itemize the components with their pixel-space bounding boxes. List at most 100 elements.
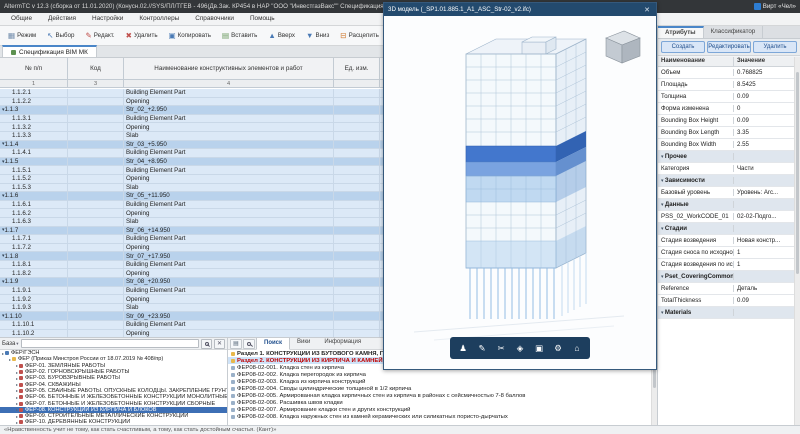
property-row[interactable]: Bounding Box Length 3.35 [658,127,794,139]
property-row[interactable]: Bounding Box Width 2.55 [658,139,794,151]
property-row[interactable]: Площадь 8.5425 [658,79,794,91]
attributes-panel-buttons: СоздатьРедактироватьУдалить [658,39,800,56]
building-model[interactable] [384,16,656,356]
tree-item[interactable]: ▸ ФЕР-05. СВАЙНЫЕ РАБОТЫ. ОПУСКНЫЕ КОЛОД… [0,388,227,394]
panel-tab[interactable]: Классификатор [704,26,764,38]
tab-specification-bim[interactable]: Спецификация BIM МК [2,45,97,57]
user-badge[interactable]: Вирт «Чел» [754,3,796,10]
property-row[interactable]: Объем 0.768825 [658,67,794,79]
tree-item[interactable]: ▸ ФЕР-07. БЕТОННЫЕ И ЖЕЛЕЗОБЕТОННЫЕ КОНС… [0,400,227,406]
property-row[interactable]: Зависимости [658,175,794,187]
base-selector[interactable]: База ▾ [2,341,19,347]
clear-search-button[interactable]: ✕ [214,339,225,349]
attributes-panel-tabs: АтрибутыКлассификатор [658,26,800,39]
tree-item-icon [19,420,23,424]
tree-item[interactable]: ▸ ФЕР-06. БЕТОННЫЕ И ЖЕЛЕЗОБЕТОННЫЕ КОНС… [0,394,227,400]
search-icon [247,342,251,346]
select-button[interactable]: ↖ Выбор [42,29,79,43]
navigation-cube[interactable] [606,31,640,63]
property-row[interactable]: Стадия возведения Новая констр... [658,235,794,247]
property-row[interactable]: Толщина 0.09 [658,91,794,103]
paste-button[interactable]: ▤ Вставить [217,29,262,43]
3d-model-window[interactable]: 3D модель (_SP1.01.885.1_A1_ASC_Str-02_v… [383,2,657,370]
column-header-num[interactable]: № п/п [0,58,68,79]
menu-item[interactable]: Справочники [187,13,242,25]
tree-view-button[interactable]: ▤ [230,339,242,349]
property-row[interactable]: Данные [658,199,794,211]
save-view-icon[interactable]: ▣ [531,340,547,356]
home-view-icon[interactable]: ⌂ [569,340,585,356]
property-row[interactable]: PSS_02_WorkCODE_01 02-02-Подго... [658,211,794,223]
move-down-button[interactable]: ▼ Вниз [301,29,334,43]
toolbar-button-icon: ✖ [126,32,132,40]
panel-action-button[interactable]: Создать [661,41,705,53]
norm-item-icon [231,415,235,419]
menu-item[interactable]: Настройки [84,13,131,25]
menu-item[interactable]: Общие [3,13,40,25]
property-row[interactable]: Базовый уровень Уровень: Arc... [658,187,794,199]
tree-item-icon [19,370,23,374]
property-row[interactable]: Стадия возведения по исходному 1 [658,259,794,271]
norm-list-item[interactable]: ФЕР08-02-004. Своды цилиндрические толщи… [228,385,657,392]
properties-scrollbar[interactable] [794,57,800,425]
detach-button[interactable]: ⊟ Расцепить [335,29,384,43]
norm-list-item[interactable]: ФЕР08-02-002. Кладка перегородок из кирп… [228,371,657,378]
menu-item[interactable]: Помощь [242,13,283,25]
tree-caret-icon: ▸ [16,388,18,393]
norm-item-icon [231,366,235,370]
norm-item-icon [231,408,235,412]
panel-tab[interactable]: Атрибуты [658,26,704,38]
settings-icon[interactable]: ⚙ [550,340,566,356]
property-row[interactable]: Pset_CoveringCommon [658,271,794,283]
measure-icon[interactable]: ✎ [474,340,490,356]
panel-action-button[interactable]: Удалить [753,41,797,53]
property-row[interactable]: Стадии [658,223,794,235]
panel-tab[interactable]: Информация [317,337,368,350]
delete-button[interactable]: ✖ Удалить [121,29,163,43]
3d-window-title-bar[interactable]: 3D модель (_SP1.01.885.1_A1_ASC_Str-02_v… [384,3,656,16]
toolbar-button-icon: ▲ [268,32,275,40]
column-header-name[interactable]: Наименование конструктивных элементов и … [124,58,334,79]
property-row[interactable]: Reference Деталь [658,283,794,295]
toolbar-button-icon: ▼ [306,32,313,40]
property-row[interactable]: Bounding Box Height 0.09 [658,115,794,127]
search-button[interactable] [201,339,212,349]
norm-list-item[interactable]: ФЕР08-02-007. Армирование кладки стен и … [228,406,657,413]
panel-tab[interactable]: Поиск [256,337,290,350]
norm-list-item[interactable]: ФЕР08-02-006. Расшивка швов кладки [228,399,657,406]
3d-viewport[interactable] [384,16,656,369]
section-icon[interactable]: ✂ [493,340,509,356]
menu-item[interactable]: Действия [40,13,84,25]
edit-button[interactable]: ✎ Редакт. [80,29,119,43]
tree-item-icon [19,395,23,399]
property-row[interactable]: Форма изменена 0 [658,103,794,115]
mode-button[interactable]: ▦ Режим [3,29,41,43]
column-header-unit[interactable]: Ед. изм. [334,58,380,79]
3d-window-title: 3D модель (_SP1.01.885.1_A1_ASC_Str-02_v… [388,6,531,13]
norm-list-item[interactable]: ФЕР08-02-003. Кладка из кирпича конструк… [228,378,657,385]
app-window: AltermTC v 12.3 (сборка от 11.01.2020) (… [0,0,800,434]
property-row[interactable]: Стадия сноса по исходному 1 [658,247,794,259]
column-header-code[interactable]: Код [68,58,124,79]
base-search-input[interactable] [21,339,199,348]
property-row[interactable]: TotalThickness 0.09 [658,295,794,307]
menu-item[interactable]: Контроллеры [131,13,187,25]
view-mode-icon[interactable]: ◈ [512,340,528,356]
property-row[interactable]: Прочее [658,151,794,163]
toolbar-button-icon: ▤ [222,32,229,40]
panel-action-button[interactable]: Редактировать [707,41,751,53]
norm-list-item[interactable]: ФЕР08-02-008. Кладка наружных стен из ка… [228,413,657,420]
tree-item-icon [19,383,23,387]
norm-list-item[interactable]: ФЕР08-02-005. Армированная кладка кирпич… [228,392,657,399]
walk-mode-icon[interactable]: ♟ [455,340,471,356]
tree-caret-icon: ▸ [16,370,18,375]
close-icon[interactable]: ✕ [642,6,652,14]
copy-button[interactable]: ▣ Копировать [164,29,216,43]
norm-item-icon [231,387,235,391]
property-row[interactable]: Materials [658,307,794,319]
find-button[interactable] [243,339,255,349]
panel-tab[interactable]: Вики [290,337,317,350]
tree-caret-icon: ▸ [16,382,18,387]
property-row[interactable]: Категория Части [658,163,794,175]
move-up-button[interactable]: ▲ Вверх [263,29,300,43]
